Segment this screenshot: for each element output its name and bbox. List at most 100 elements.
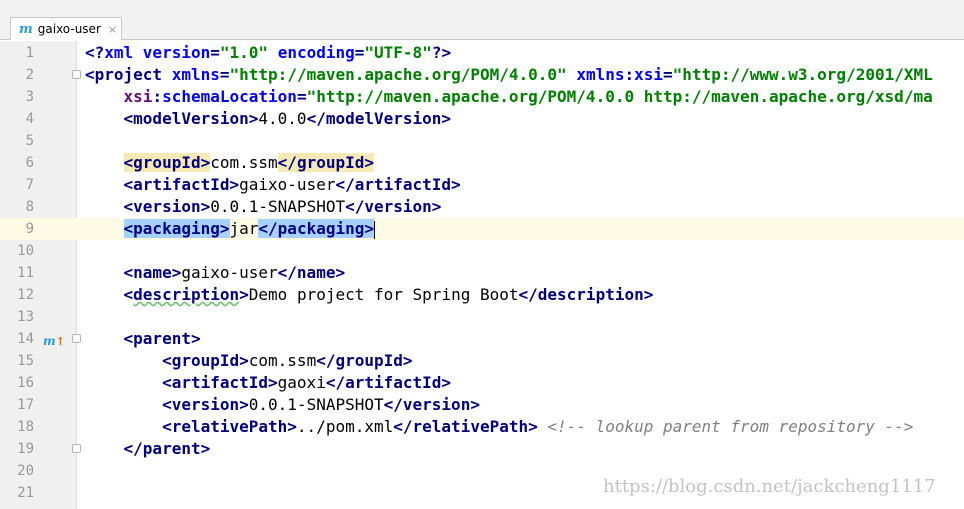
code-token: description xyxy=(133,285,240,304)
line-number: 10 xyxy=(17,243,34,259)
code-token: xmlns xyxy=(576,65,625,84)
code-token: <groupId> xyxy=(162,351,249,370)
code-token: xmlns xyxy=(171,65,220,84)
code-line[interactable]: 15 <groupId>com.ssm</groupId> xyxy=(0,350,964,372)
code-token: jar xyxy=(229,219,259,238)
line-code: xsi:schemaLocation="http://maven.apache.… xyxy=(85,86,933,108)
code-token: encoding xyxy=(277,43,355,62)
line-number: 17 xyxy=(17,397,34,413)
line-number: 3 xyxy=(25,89,34,105)
fold-toggle-icon[interactable] xyxy=(72,334,81,343)
code-token: = xyxy=(210,43,220,62)
code-line[interactable]: 14 m↑ <parent> xyxy=(0,328,964,350)
line-code: <modelVersion>4.0.0</modelVersion> xyxy=(85,108,452,130)
code-token: xsi xyxy=(634,65,664,84)
code-token: : xyxy=(152,87,163,106)
code-token: com.ssm xyxy=(248,351,317,370)
code-token: = xyxy=(219,65,230,84)
code-token: <groupId> xyxy=(123,153,211,172)
line-code: <groupId>com.ssm</groupId> xyxy=(85,152,374,174)
line-code: </parent> xyxy=(85,438,211,460)
code-token: gaixo-user xyxy=(239,175,336,194)
code-line[interactable]: 17 <version>0.0.1-SNAPSHOT</version> xyxy=(0,394,964,416)
code-token: ?> xyxy=(431,43,452,62)
fold-toggle-icon[interactable] xyxy=(72,70,81,79)
code-token: <relativePath> xyxy=(162,417,297,436)
code-token: </version> xyxy=(383,395,480,414)
line-code: <artifactId>gaixo-user</artifactId> xyxy=(85,174,461,196)
code-token: <modelVersion> xyxy=(123,109,259,128)
line-code: <description>Demo project for Spring Boo… xyxy=(85,284,654,306)
editor-tab-bar: m gaixo-user × xyxy=(0,0,964,40)
line-code: <version>0.0.1-SNAPSHOT</version> xyxy=(85,196,442,218)
code-token: schemaLocation xyxy=(162,87,297,106)
code-editor[interactable]: 1 <?xml version="1.0" encoding="UTF-8"?> 2… xyxy=(0,41,964,509)
line-number: 16 xyxy=(17,375,34,391)
line-number: 19 xyxy=(17,441,34,457)
code-line[interactable]: 12 <description>Demo project for Spring … xyxy=(0,284,964,306)
code-token: : xyxy=(624,65,635,84)
maven-file-icon: m xyxy=(19,21,33,37)
code-token: 0.0.1-SNAPSHOT xyxy=(210,197,346,216)
line-code: <groupId>com.ssm</groupId> xyxy=(85,350,412,372)
close-icon[interactable]: × xyxy=(108,23,117,36)
code-token: </relativePath> xyxy=(393,417,538,436)
code-line[interactable]: 8 <version>0.0.1-SNAPSHOT</version> xyxy=(0,196,964,218)
code-token: "http://maven.apache.org/POM/4.0.0 http:… xyxy=(306,87,933,106)
tab-label: gaixo-user xyxy=(37,22,101,36)
line-code: <?xml version="1.0" encoding="UTF-8"?> xyxy=(85,42,451,64)
code-token: </groupId> xyxy=(277,153,374,172)
line-number: 20 xyxy=(17,463,34,479)
tab-gaixo-user[interactable]: m gaixo-user × xyxy=(10,17,122,40)
code-lines: 1 <?xml version="1.0" encoding="UTF-8"?> 2… xyxy=(0,42,964,504)
line-number: 15 xyxy=(17,353,34,369)
code-line[interactable]: 6 <groupId>com.ssm</groupId> xyxy=(0,152,964,174)
line-number: 2 xyxy=(25,67,34,83)
code-token: gaoxi xyxy=(277,373,326,392)
watermark: https://blog.csdn.net/jackcheng1117 xyxy=(603,476,936,497)
code-token: </modelVersion> xyxy=(306,109,452,128)
line-code: <project xmlns="http://maven.apache.org/… xyxy=(85,64,933,86)
code-line[interactable]: 18 <relativePath>../pom.xml</relativePat… xyxy=(0,416,964,438)
code-line[interactable]: 10 xyxy=(0,240,964,262)
code-line[interactable]: 4 <modelVersion>4.0.0</modelVersion> xyxy=(0,108,964,130)
code-token: = xyxy=(296,87,307,106)
code-line[interactable]: 19 </parent> xyxy=(0,438,964,460)
code-token: < xyxy=(123,285,134,304)
line-number: 14 xyxy=(17,331,34,347)
code-line[interactable]: 11 <name>gaixo-user</name> xyxy=(0,262,964,284)
line-number: 21 xyxy=(17,485,34,501)
code-line[interactable]: 2 <project xmlns="http://maven.apache.org… xyxy=(0,64,964,86)
code-token: > xyxy=(239,285,249,304)
code-line[interactable]: 9 <packaging>jar</packaging> xyxy=(0,218,964,240)
line-number: 7 xyxy=(25,177,34,193)
code-token: ../pom.xml xyxy=(296,417,394,436)
code-line[interactable]: 5 xyxy=(0,130,964,152)
code-token: xsi xyxy=(85,87,153,106)
code-token: </packaging> xyxy=(258,219,374,238)
code-line[interactable]: 7 <artifactId>gaixo-user</artifactId> xyxy=(0,174,964,196)
code-token: 4.0.0 xyxy=(258,109,307,128)
line-code: <name>gaixo-user</name> xyxy=(85,262,346,284)
code-token: </artifactId> xyxy=(335,175,461,194)
code-token: </artifactId> xyxy=(325,373,452,392)
line-number: 13 xyxy=(17,309,34,325)
code-line[interactable]: 1 <?xml version="1.0" encoding="UTF-8"?> xyxy=(0,42,964,64)
fold-toggle-icon[interactable] xyxy=(72,444,81,453)
code-token: = xyxy=(663,65,673,84)
line-number: 6 xyxy=(25,155,34,171)
code-line[interactable]: 16 <artifactId>gaoxi</artifactId> xyxy=(0,372,964,394)
line-number: 9 xyxy=(25,221,34,237)
code-line[interactable]: 3 xsi:schemaLocation="http://maven.apach… xyxy=(0,86,964,108)
code-token: = xyxy=(354,43,365,62)
code-line[interactable]: 13 xyxy=(0,306,964,328)
line-code: <parent> xyxy=(85,328,201,350)
